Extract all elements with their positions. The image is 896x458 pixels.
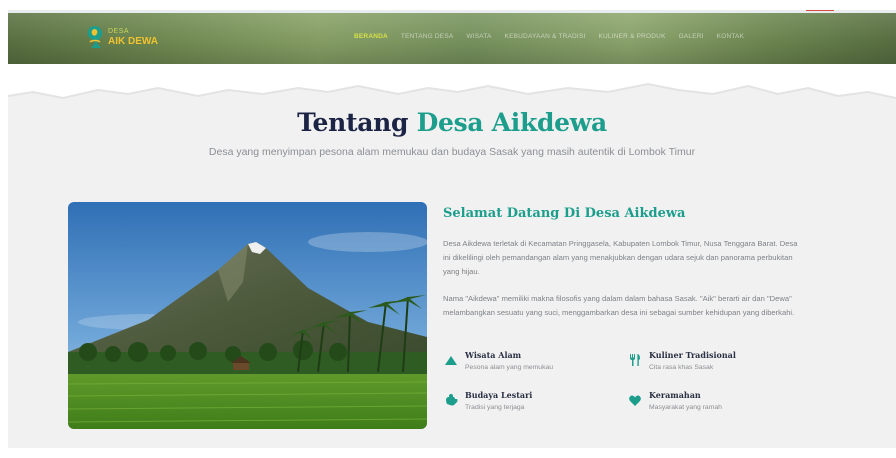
nav-item-beranda[interactable]: BERANDA [354, 33, 388, 40]
section-subtitle: Desa yang menyimpan pesona alam memukau … [208, 146, 696, 158]
nav-item-kuliner[interactable]: KULINER & PRODUK [598, 33, 665, 40]
mountain-divider [8, 64, 896, 100]
mountain-icon [444, 353, 458, 367]
site-logo[interactable]: DESA AIK DEWA [86, 24, 158, 50]
nav-item-galeri[interactable]: GALERI [679, 33, 704, 40]
feature-desc: Tradisi yang terjaga [465, 404, 525, 411]
feature-budaya: Budaya Lestari Tradisi yang terjaga [444, 390, 532, 411]
nav-item-tentang-desa[interactable]: TENTANG DESA [401, 33, 453, 40]
nav-item-wisata[interactable]: WISATA [466, 33, 491, 40]
village-photo [68, 202, 427, 429]
logo-top-text: DESA [108, 27, 130, 35]
header-banner: DESA AIK DEWA BERANDA TENTANG DESA WISAT… [8, 10, 896, 64]
hands-icon [444, 393, 458, 407]
feature-desc: Masyarakat yang ramah [649, 404, 722, 411]
logo-icon [86, 24, 104, 50]
nav-item-kontak[interactable]: KONTAK [717, 33, 744, 40]
main-nav: BERANDA TENTANG DESA WISATA KEBUDAYAAN &… [354, 33, 757, 40]
page: DESA AIK DEWA BERANDA TENTANG DESA WISAT… [8, 10, 896, 448]
feature-title: Kuliner Tradisional [649, 350, 736, 360]
feature-keramahan: Keramahan Masyarakat yang ramah [628, 390, 722, 411]
feature-desc: Pesona alam yang memukau [465, 364, 554, 371]
feature-title: Keramahan [649, 390, 701, 400]
about-paragraph-1: Desa Aikdewa terletak di Kecamatan Pring… [443, 239, 798, 276]
feature-wisata-alam: Wisata Alam Pesona alam yang memukau [444, 350, 553, 371]
utensils-icon [628, 353, 642, 367]
feature-kuliner: Kuliner Tradisional Cita rasa khas Sasak [628, 350, 736, 371]
top-border [8, 10, 896, 13]
feature-title: Budaya Lestari [465, 390, 533, 400]
feature-title: Wisata Alam [465, 350, 522, 360]
title-prefix: Tentang [297, 108, 409, 137]
title-accent: Desa Aikdewa [416, 108, 608, 137]
heart-icon [628, 393, 642, 407]
section-title: Tentang Desa Aikdewa [8, 108, 896, 137]
logo-bottom-text: AIK DEWA [108, 35, 158, 47]
welcome-heading: Selamat Datang Di Desa Aikdewa [443, 206, 686, 221]
scroll-indicator [806, 10, 834, 11]
about-paragraph-2: Nama "Aikdewa" memiliki makna filosofis … [443, 294, 795, 317]
nav-item-kebudayaan[interactable]: KEBUDAYAAN & TRADISI [505, 33, 586, 40]
feature-desc: Cita rasa khas Sasak [649, 364, 714, 371]
